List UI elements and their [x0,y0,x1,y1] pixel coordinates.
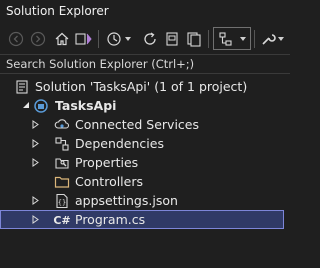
tree-item-label: Program.cs [75,212,146,227]
folder-icon [54,174,70,190]
tree-row-solution[interactable]: Solution 'TasksApi' (1 of 1 project) [0,77,284,96]
json-file-icon: {} [54,193,70,209]
project-label: TasksApi [55,98,117,113]
chevron-down-icon[interactable] [278,37,284,41]
solution-label: Solution 'TasksApi' (1 of 1 project) [35,79,248,94]
properties-button[interactable] [213,27,251,50]
toolbar-separator [254,30,255,48]
chevron-down-icon[interactable] [21,96,31,115]
chevron-down-icon[interactable] [125,37,131,41]
dependencies-icon [54,136,70,152]
tree-item-label: Dependencies [75,136,164,151]
toolbar-separator [98,30,99,48]
tree-item-label: Properties [75,155,139,170]
tree-row-appsettings[interactable]: {} appsettings.json [0,191,284,210]
tree-row-properties[interactable]: Properties [0,153,284,172]
forward-icon[interactable] [28,28,48,50]
tree-row-project[interactable]: TasksApi [0,96,284,115]
tree-row-program-cs[interactable]: C# Program.cs [0,210,284,229]
chevron-down-icon [240,37,246,41]
home-icon[interactable] [52,28,72,50]
tree-item-label: appsettings.json [75,193,178,208]
properties-icon [54,155,70,171]
tree-item-label: Connected Services [75,117,199,132]
svg-text:{}: {} [58,199,66,207]
chevron-right-icon[interactable] [30,115,40,134]
wrench-icon[interactable] [258,28,278,50]
chevron-right-icon[interactable] [30,134,40,153]
tree-row-connected-services[interactable]: Connected Services [0,115,284,134]
toolbar [0,24,284,54]
connected-services-icon [54,117,70,133]
search-input[interactable]: Search Solution Explorer (Ctrl+;) [0,54,290,74]
solution-icon [14,79,30,95]
solution-tree: Solution 'TasksApi' (1 of 1 project) Tas… [0,77,284,229]
tree-row-controllers[interactable]: Controllers [0,172,284,191]
pending-changes-filter-icon[interactable] [104,28,124,50]
chevron-right-icon[interactable] [30,210,40,229]
switch-views-icon[interactable] [74,28,94,50]
hierarchy-icon [216,28,236,50]
csharp-file-icon: C# [53,213,71,227]
chevron-right-icon[interactable] [30,191,40,210]
tree-item-label: Controllers [75,174,143,189]
sync-icon[interactable] [140,28,160,50]
back-icon[interactable] [6,28,26,50]
panel-title: Solution Explorer [6,4,109,18]
project-icon [33,98,49,114]
toolbar-separator [208,30,209,48]
chevron-right-icon[interactable] [30,153,40,172]
tree-row-dependencies[interactable]: Dependencies [0,134,284,153]
collapse-all-icon[interactable] [162,28,182,50]
show-all-files-icon[interactable] [184,28,204,50]
